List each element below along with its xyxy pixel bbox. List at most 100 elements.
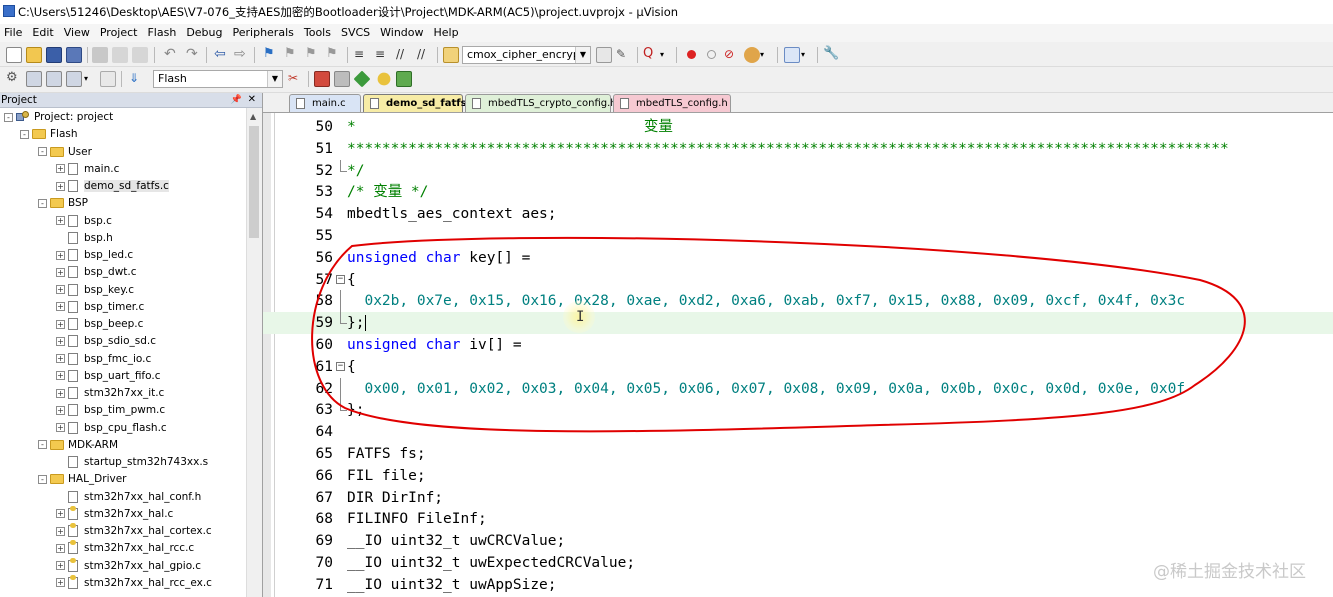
expand-icon[interactable]: + [56, 354, 65, 363]
tree-file[interactable]: + bsp_fmc_io.c [56, 351, 151, 368]
nav-forward-icon[interactable]: ⇨ [234, 47, 250, 63]
tree-file[interactable]: + main.c [56, 161, 119, 178]
tree-file[interactable]: + stm32h7xx_it.c [56, 385, 164, 402]
menu-peripherals[interactable]: Peripherals [228, 24, 299, 42]
code-line[interactable]: 58 0x2b, 0x7e, 0x15, 0x16, 0x28, 0xae, 0… [263, 290, 1333, 313]
tree-file[interactable]: + bsp_tim_pwm.c [56, 402, 165, 419]
tree-file[interactable]: bsp.h [56, 230, 113, 247]
menu-view[interactable]: View [59, 24, 95, 42]
save-all-icon[interactable] [66, 47, 82, 63]
menu-file[interactable]: File [0, 24, 27, 42]
expand-icon[interactable]: + [56, 526, 65, 536]
download-icon[interactable]: ⇓ [129, 71, 145, 87]
code-line[interactable]: 61−{ [263, 356, 1333, 378]
collapse-icon[interactable]: - [38, 147, 47, 156]
editor-tab[interactable]: demo_sd_fatfs.c [363, 94, 476, 112]
code-line[interactable]: 67 DIR DirInf; [263, 487, 1333, 509]
manage-rte-icon[interactable] [353, 70, 371, 88]
project-panel-scrollbar[interactable]: ▲ [246, 108, 262, 597]
window-layout-icon[interactable] [784, 47, 800, 63]
fold-collapse-icon[interactable]: − [335, 356, 345, 378]
code-editor[interactable]: 50 * 变量 51 ********************************… [263, 113, 1333, 597]
tree-file[interactable]: + bsp_beep.c [56, 316, 143, 333]
comment-icon[interactable]: // [396, 47, 412, 63]
expand-icon[interactable]: + [56, 561, 65, 570]
code-line[interactable]: 55 [263, 225, 1333, 247]
disable-all-breakpoints-icon[interactable]: ⊘ [724, 47, 740, 63]
prev-bookmark-icon[interactable]: ⚑ [284, 47, 300, 63]
scrollbar-thumb[interactable] [249, 126, 259, 238]
expand-icon[interactable]: + [56, 388, 65, 398]
fold-collapse-icon[interactable]: − [335, 269, 345, 291]
code-line[interactable]: 57−{ [263, 269, 1333, 291]
code-line[interactable]: 68 FILINFO FileInf; [263, 508, 1333, 530]
find-icon[interactable] [596, 47, 612, 63]
code-line[interactable]: 56 unsigned char key[] = [263, 247, 1333, 269]
tree-file[interactable]: + bsp_led.c [56, 247, 133, 264]
tree-file[interactable]: + bsp_uart_fifo.c [56, 368, 160, 385]
chevron-down-icon[interactable]: ▾ [84, 71, 100, 87]
tree-file[interactable]: stm32h7xx_hal_conf.h [56, 489, 201, 506]
translate-icon[interactable]: ⚙ [6, 71, 22, 87]
target-select[interactable]: Flash ▼ [153, 70, 283, 88]
tree-file[interactable]: + stm32h7xx_hal_gpio.c [56, 557, 201, 575]
menu-project[interactable]: Project [95, 24, 143, 42]
expand-icon[interactable]: + [56, 371, 65, 381]
tree-file[interactable]: + stm32h7xx_hal_cortex.c [56, 523, 212, 540]
tree-folder[interactable]: - MDK-ARM [38, 437, 118, 454]
chevron-down-icon[interactable]: ▼ [267, 71, 282, 87]
expand-icon[interactable]: + [56, 250, 65, 260]
start-debug-icon[interactable]: Q [643, 47, 659, 63]
expand-icon[interactable]: + [56, 336, 65, 346]
insert-breakpoint-icon[interactable] [684, 47, 700, 63]
bookmark-icon[interactable]: ⚑ [263, 47, 279, 63]
expand-icon[interactable]: + [56, 319, 65, 329]
code-line[interactable]: 52 */ [263, 159, 1333, 182]
rebuild-icon[interactable] [46, 71, 62, 87]
collapse-icon[interactable]: - [38, 474, 47, 484]
undo-icon[interactable]: ↶ [164, 47, 180, 63]
code-line[interactable]: 69 __IO uint32_t uwCRCValue; [263, 530, 1333, 552]
tree-file[interactable]: startup_stm32h743xx.s [56, 454, 208, 471]
menu-tools[interactable]: Tools [299, 24, 336, 42]
clear-bookmarks-icon[interactable]: ⚑ [326, 47, 342, 63]
code-line[interactable]: 65 FATFS fs; [263, 443, 1333, 465]
expand-icon[interactable]: + [56, 543, 65, 553]
configure-wrench-icon[interactable]: 🔧 [823, 47, 839, 63]
uncomment-icon[interactable]: // [417, 47, 433, 63]
tree-folder[interactable]: - HAL_Driver [38, 471, 127, 488]
open-folder-icon[interactable] [26, 47, 42, 63]
target-options-icon[interactable]: ✂ [288, 71, 304, 87]
chevron-down-icon[interactable]: ▾ [760, 47, 776, 63]
batch-build-icon[interactable] [66, 71, 82, 87]
expand-icon[interactable]: + [56, 423, 65, 432]
code-line[interactable]: 59}; [263, 312, 1333, 334]
collapse-icon[interactable]: - [4, 112, 13, 122]
find-in-files-icon[interactable] [443, 47, 459, 63]
stop-build-icon[interactable] [100, 71, 116, 87]
function-combo[interactable]: cmox_cipher_encrypt ▼ [462, 46, 591, 64]
pin-icon[interactable]: 📌 [231, 93, 242, 107]
paste-icon[interactable] [132, 47, 148, 63]
code-line[interactable]: 60 unsigned char iv[] = [263, 334, 1333, 356]
code-line[interactable]: 63}; [263, 399, 1333, 421]
next-bookmark-icon[interactable]: ⚑ [305, 47, 321, 63]
kill-breakpoints-icon[interactable] [744, 47, 760, 63]
incremental-find-icon[interactable]: ✎ [616, 47, 632, 63]
menu-svcs[interactable]: SVCS [336, 24, 375, 42]
code-line[interactable]: 66 FIL file; [263, 465, 1333, 487]
disable-breakpoint-icon[interactable] [704, 47, 720, 63]
menu-flash[interactable]: Flash [142, 24, 181, 42]
expand-icon[interactable]: + [56, 267, 65, 277]
expand-icon[interactable]: + [56, 302, 65, 312]
redo-icon[interactable]: ↷ [186, 47, 202, 63]
file-extensions-icon[interactable] [334, 71, 350, 87]
build-icon[interactable] [26, 71, 42, 87]
tree-file[interactable]: + bsp_key.c [56, 282, 134, 299]
tree-folder[interactable]: - User [38, 144, 92, 161]
menu-help[interactable]: Help [429, 24, 464, 42]
tree-file[interactable]: + bsp_dwt.c [56, 264, 137, 281]
tree-file[interactable]: + bsp.c [56, 213, 112, 230]
code-line[interactable]: 50 * 变量 [263, 116, 1333, 138]
expand-icon[interactable]: + [56, 181, 65, 191]
